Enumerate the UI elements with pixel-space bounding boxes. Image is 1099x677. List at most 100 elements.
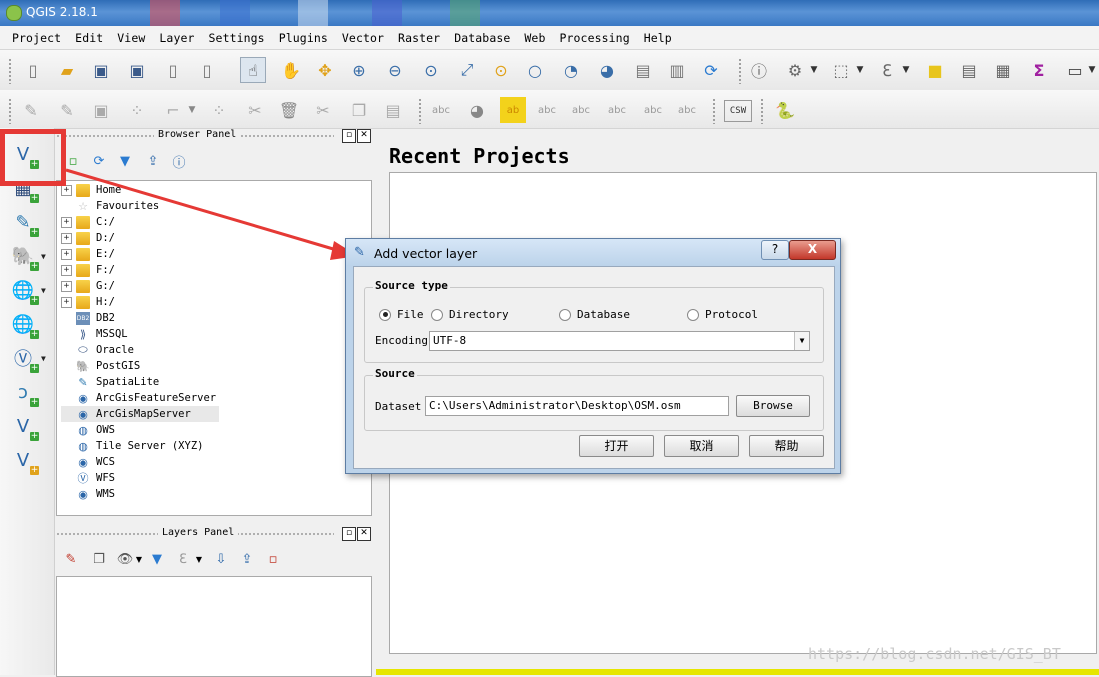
pan-to-selection-icon[interactable]: ✥ (312, 57, 338, 83)
pan-icon[interactable]: ✋ (278, 57, 304, 83)
tree-item-mssql[interactable]: ⟫ MSSQL (61, 326, 128, 342)
diagram-tool-icon[interactable]: ◕ (464, 97, 490, 123)
zoom-next-icon[interactable]: ◕ (594, 57, 620, 83)
menu-layer[interactable]: Layer (152, 31, 201, 45)
float-panel-icon[interactable]: ▫ (342, 129, 356, 143)
tree-item-home[interactable]: + Home (61, 182, 121, 198)
copy-features-icon[interactable]: ❐ (346, 97, 372, 123)
refresh-icon[interactable]: ⟳ (698, 57, 724, 83)
cut-features-icon[interactable]: ✂ (310, 97, 336, 123)
show-bookmarks-icon[interactable]: ▥ (664, 57, 690, 83)
add-postgis-layer-icon[interactable]: 🐘 + (9, 242, 39, 271)
browser-panel-header[interactable]: Browser Panel ▫ ✕ (56, 128, 374, 144)
move-label-icon[interactable]: abc (604, 97, 630, 123)
chevron-down-icon[interactable]: ▼ (808, 57, 820, 83)
zoom-in-icon[interactable]: ⊕ (346, 57, 372, 83)
open-button[interactable]: 打开 (579, 435, 654, 457)
zoom-last-icon[interactable]: ◔ (558, 57, 584, 83)
menu-vector[interactable]: Vector (335, 31, 391, 45)
dataset-input[interactable]: C:\Users\Administrator\Desktop\OSM.osm (425, 396, 729, 416)
zoom-full-icon[interactable]: ⤢ (454, 57, 480, 83)
tree-item-h-drive[interactable]: + H:/ (61, 294, 115, 310)
rotate-label-icon[interactable]: abc (640, 97, 666, 123)
radio-file[interactable]: File (379, 308, 424, 321)
tree-item-arcgis-map-server[interactable]: ◉ ArcGisMapServer (61, 406, 219, 422)
new-bookmark-icon[interactable]: ▤ (630, 57, 656, 83)
add-wfs-layer-icon[interactable]: Ⓥ + (9, 344, 39, 373)
select-features-icon[interactable]: ⬚ (828, 57, 854, 83)
encoding-select[interactable]: UTF-8 ▼ (429, 331, 810, 351)
add-wms-layer-icon[interactable]: 🌐 + (9, 276, 39, 305)
open-layer-styling-icon[interactable]: ✎ (62, 550, 80, 568)
add-spatialite-layer-icon[interactable]: ✎ + (9, 208, 39, 237)
zoom-selection-icon[interactable]: ○ (522, 57, 548, 83)
help-dialog-button[interactable]: 帮助 (749, 435, 824, 457)
zoom-layer-icon[interactable]: ⊙ (488, 57, 514, 83)
chevron-down-icon[interactable]: ▼ (854, 57, 866, 83)
menu-processing[interactable]: Processing (552, 31, 636, 45)
menu-settings[interactable]: Settings (202, 31, 272, 45)
attribute-table-icon[interactable]: ▤ (956, 57, 982, 83)
expression-select-icon[interactable]: ℇ (874, 57, 900, 83)
current-edits-icon[interactable]: ✎ (18, 97, 44, 123)
tree-item-g-drive[interactable]: + G:/ (61, 278, 115, 294)
filter-legend-icon[interactable]: ▼ (148, 550, 166, 568)
measure-line-icon[interactable]: ▭ (1062, 57, 1088, 83)
tree-item-e-drive[interactable]: + E:/ (61, 246, 115, 262)
delete-selected-icon[interactable]: 🗑 (276, 97, 302, 123)
chevron-down-icon[interactable]: ▼ (130, 550, 148, 568)
menu-plugins[interactable]: Plugins (272, 31, 335, 45)
tree-item-wms[interactable]: ◉ WMS (61, 486, 115, 502)
toggle-editing-icon[interactable]: ✎ (54, 97, 80, 123)
toolbar-grip[interactable] (8, 98, 12, 124)
radio-database[interactable]: Database (559, 308, 630, 321)
expand-all-icon[interactable]: ⇩ (212, 550, 230, 568)
tree-item-tile-server[interactable]: ◍ Tile Server (XYZ) (61, 438, 203, 454)
tree-item-f-drive[interactable]: + F:/ (61, 262, 115, 278)
paste-features-icon[interactable]: ▤ (380, 97, 406, 123)
add-feature-icon[interactable]: ⁘ (124, 97, 150, 123)
new-print-composer-icon[interactable]: ▯ (160, 57, 186, 83)
identify-icon[interactable]: ⓘ (746, 57, 772, 83)
tree-item-oracle[interactable]: ⬭ Oracle (61, 342, 134, 358)
help-button[interactable]: ? (761, 240, 789, 260)
tree-item-wcs[interactable]: ◉ WCS (61, 454, 115, 470)
touch-zoom-icon[interactable]: ☝ (240, 57, 266, 83)
toolbar-grip[interactable] (8, 58, 12, 84)
save-project-icon[interactable]: ▣ (88, 57, 114, 83)
menu-edit[interactable]: Edit (68, 31, 110, 45)
tree-item-spatialite[interactable]: ✎ SpatiaLite (61, 374, 159, 390)
menu-view[interactable]: View (110, 31, 152, 45)
python-console-icon[interactable]: 🐍 (772, 97, 798, 123)
add-virtual-layer-icon[interactable]: V + (9, 412, 39, 441)
move-feature-icon[interactable]: ⌐ (160, 97, 186, 123)
zoom-out-icon[interactable]: ⊖ (382, 57, 408, 83)
tree-item-d-drive[interactable]: + D:/ (61, 230, 115, 246)
properties-icon[interactable]: ⓘ (170, 152, 188, 171)
chevron-down-icon[interactable]: ▼ (190, 550, 208, 568)
menu-database[interactable]: Database (447, 31, 517, 45)
remove-layer-icon[interactable]: ▫ (264, 550, 282, 568)
close-button[interactable]: X (789, 240, 836, 260)
tree-item-postgis[interactable]: 🐘 PostGIS (61, 358, 140, 374)
toolbar-grip[interactable] (418, 98, 422, 124)
run-action-icon[interactable]: ⚙ (782, 57, 808, 83)
chevron-down-icon[interactable]: ▼ (41, 252, 46, 261)
refresh-icon[interactable]: ⟳ (90, 152, 108, 170)
field-calculator-icon[interactable]: ▦ (990, 57, 1016, 83)
node-tool-2-icon[interactable]: ✂ (242, 97, 268, 123)
chevron-down-icon[interactable]: ▼ (41, 354, 46, 363)
deselect-all-icon[interactable]: ■ (922, 57, 948, 83)
change-label-icon[interactable]: abc (674, 97, 700, 123)
toolbar-grip[interactable] (738, 58, 742, 84)
new-project-icon[interactable]: ▯ (20, 57, 46, 83)
open-project-icon[interactable]: ▰ (54, 57, 80, 83)
cancel-button[interactable]: 取消 (664, 435, 739, 457)
new-shapefile-layer-icon[interactable]: V + (9, 446, 39, 475)
csw-icon[interactable]: CSW (724, 100, 752, 122)
toolbar-grip[interactable] (712, 98, 716, 124)
close-panel-icon[interactable]: ✕ (357, 129, 371, 143)
statistical-summary-icon[interactable]: Σ (1026, 57, 1052, 83)
collapse-all-icon[interactable]: ⇪ (144, 152, 162, 170)
chevron-down-icon[interactable]: ▼ (900, 57, 912, 83)
